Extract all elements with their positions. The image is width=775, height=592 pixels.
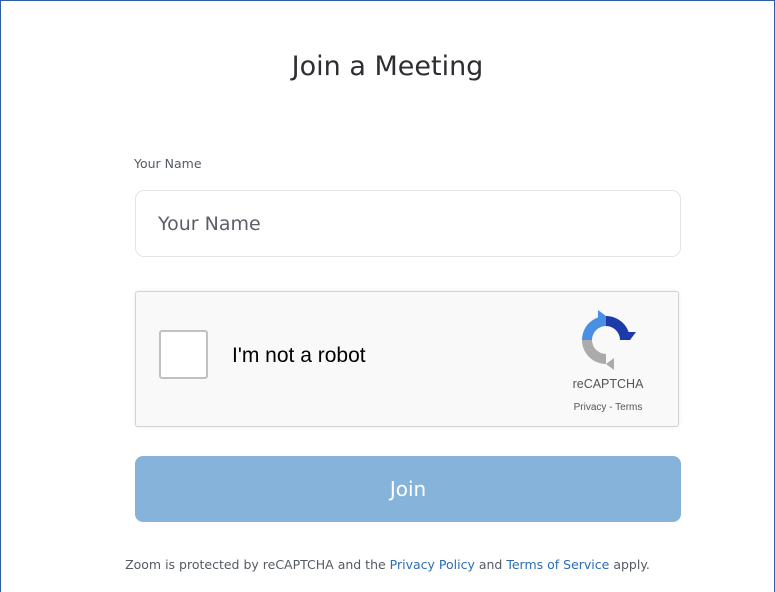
name-field-label: Your Name — [134, 156, 202, 171]
recaptcha-terms-link[interactable]: Terms — [615, 402, 642, 413]
recaptcha-privacy-link[interactable]: Privacy — [574, 402, 607, 413]
recaptcha-label: I'm not a robot — [232, 344, 366, 367]
recaptcha-brand: reCAPTCHA — [572, 377, 644, 391]
recaptcha-links: Privacy - Terms — [556, 402, 660, 413]
footer-middle: and — [474, 557, 507, 572]
footer-notice: Zoom is protected by reCAPTCHA and the P… — [1, 557, 774, 572]
name-input[interactable] — [135, 190, 681, 257]
page-title: Join a Meeting — [291, 51, 484, 82]
footer-prefix: Zoom is protected by reCAPTCHA and the — [125, 557, 390, 572]
footer-suffix: apply. — [609, 557, 650, 572]
join-button[interactable]: Join — [135, 456, 681, 522]
recaptcha-widget: I'm not a robot reCAPTCHA Privacy - Term… — [135, 291, 679, 427]
recaptcha-link-separator: - — [606, 402, 616, 413]
privacy-policy-link[interactable]: Privacy Policy — [390, 557, 475, 572]
recaptcha-checkbox[interactable] — [159, 330, 208, 379]
join-meeting-page: Join a Meeting Your Name I'm not a robot… — [0, 0, 775, 592]
terms-of-service-link[interactable]: Terms of Service — [506, 557, 609, 572]
recaptcha-logo-icon — [582, 310, 636, 370]
